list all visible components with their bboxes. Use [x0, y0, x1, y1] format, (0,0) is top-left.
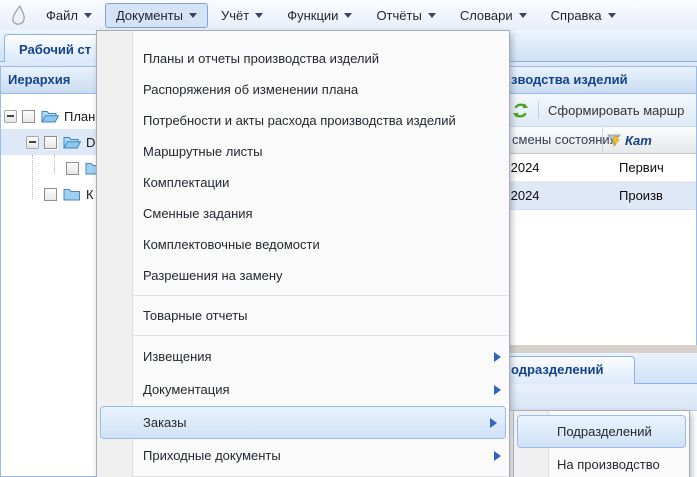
menubar-item-functions[interactable]: Функции	[276, 3, 363, 28]
tree-node-label: D	[86, 135, 95, 150]
menubar-item-label: Отчёты	[376, 8, 421, 23]
refresh-icon[interactable]	[512, 102, 529, 119]
menu-item-label: Заказы	[143, 415, 186, 430]
menu-item-notifications[interactable]: Извещения	[97, 340, 509, 373]
submenu-item-for-production[interactable]: На производство	[514, 448, 689, 477]
submenu-item-departments[interactable]: Подразделений	[517, 415, 686, 448]
menu-item-label: Сменные задания	[143, 206, 253, 221]
menu-item-label: Приходные документы	[143, 448, 281, 463]
submenu-arrow-icon	[494, 352, 501, 362]
collapse-icon[interactable]	[4, 110, 17, 123]
cell-category: Произв	[619, 182, 663, 210]
chevron-down-icon	[344, 13, 352, 18]
chevron-down-icon	[255, 13, 263, 18]
tree-checkbox[interactable]	[44, 136, 57, 149]
chevron-down-icon	[189, 13, 197, 18]
tree-checkbox[interactable]	[22, 110, 35, 123]
menubar-item-label: Документы	[116, 8, 183, 23]
menu-item-label: Маршрутные листы	[143, 144, 262, 159]
column-header-category-label: Кат	[625, 133, 652, 148]
menu-item-production-plans[interactable]: Планы и отчеты производства изделий	[97, 43, 509, 74]
chevron-down-icon	[84, 13, 92, 18]
menu-item-label: Комплектации	[143, 175, 229, 190]
menu-item-needs-consumption-acts[interactable]: Потребности и акты расхода производства …	[97, 105, 509, 136]
production-panel-title: зводства изделий	[511, 72, 628, 87]
submenu-item-label: Подразделений	[557, 424, 652, 439]
chevron-down-icon	[428, 13, 436, 18]
filter-lightning-icon	[607, 133, 621, 147]
application-window: Рабочий ст Иерархия План	[0, 0, 697, 477]
menu-item-label: Потребности и акты расхода производства …	[143, 113, 456, 128]
open-folder-icon	[41, 109, 59, 123]
menubar-item-file[interactable]: Файл	[35, 3, 103, 28]
submenu-arrow-icon	[494, 451, 501, 461]
chevron-down-icon	[608, 13, 616, 18]
menu-item-label: Распоряжения об изменении плана	[143, 82, 358, 97]
menubar-item-documents[interactable]: Документы	[105, 3, 208, 28]
menu-item-replacement-permits[interactable]: Разрешения на замену	[97, 260, 509, 291]
orders-submenu: Подразделений На производство	[513, 410, 690, 477]
expander-spacer	[48, 162, 61, 175]
menubar-item-label: Файл	[46, 8, 78, 23]
column-header-category[interactable]: Кат	[607, 127, 652, 153]
submenu-arrow-icon	[490, 418, 497, 428]
chevron-down-icon	[519, 13, 527, 18]
menubar-item-label: Функции	[287, 8, 338, 23]
menu-item-incoming-documents[interactable]: Приходные документы	[97, 439, 509, 472]
menu-item-picking-lists[interactable]: Комплектовочные ведомости	[97, 229, 509, 260]
menu-item-kitting[interactable]: Комплектации	[97, 167, 509, 198]
cell-category: Первич	[619, 154, 664, 182]
menu-item-route-sheets[interactable]: Маршрутные листы	[97, 136, 509, 167]
tree-node-label: К	[86, 187, 94, 202]
documents-dropdown-menu: Планы и отчеты производства изделий Расп…	[96, 30, 510, 477]
tree-checkbox[interactable]	[44, 188, 57, 201]
menu-item-orders[interactable]: Заказы	[100, 406, 506, 439]
closed-folder-icon	[63, 187, 81, 201]
menubar-item-label: Словари	[460, 8, 513, 23]
workspace-tab-label: Рабочий ст	[19, 42, 91, 57]
open-folder-icon	[63, 135, 81, 149]
menu-item-goods-reports[interactable]: Товарные отчеты	[97, 300, 509, 331]
menubar-item-label: Учёт	[221, 8, 249, 23]
menu-item-documentation[interactable]: Документация	[97, 373, 509, 406]
menubar-item-label: Справка	[551, 8, 602, 23]
menu-item-label: Извещения	[143, 349, 212, 364]
menubar-item-dictionaries[interactable]: Словари	[449, 3, 538, 28]
quill-drop-icon	[7, 3, 29, 27]
menu-separator	[98, 335, 508, 336]
orders-tab-label: одразделений	[511, 362, 603, 377]
expander-spacer	[26, 188, 39, 201]
menubar-item-reports[interactable]: Отчёты	[365, 3, 446, 28]
cell-state-change-date: .2024	[507, 182, 540, 210]
menu-item-plan-change-orders[interactable]: Распоряжения об изменении плана	[97, 74, 509, 105]
submenu-arrow-icon	[494, 385, 501, 395]
menu-item-label: Разрешения на замену	[143, 268, 283, 283]
cell-state-change-date: .2024	[507, 154, 540, 182]
menu-item-shift-tasks[interactable]: Сменные задания	[97, 198, 509, 229]
hierarchy-panel-title: Иерархия	[8, 72, 70, 87]
menu-item-label: Товарные отчеты	[143, 308, 248, 323]
menu-separator	[98, 295, 508, 296]
menubar-item-help[interactable]: Справка	[540, 3, 627, 28]
menu-item-label: Планы и отчеты производства изделий	[143, 51, 379, 66]
menu-item-label: Комплектовочные ведомости	[143, 237, 320, 252]
menubar-item-accounting[interactable]: Учёт	[210, 3, 274, 28]
toolbar-separator	[538, 101, 539, 119]
menu-item-label: Документация	[143, 382, 230, 397]
tree-checkbox[interactable]	[66, 162, 79, 175]
column-divider[interactable]	[602, 127, 603, 153]
main-menubar: Файл Документы Учёт Функции Отчёты Слова…	[0, 0, 697, 30]
collapse-icon[interactable]	[26, 136, 39, 149]
form-route-sheets-button[interactable]: Сформировать маршр	[548, 103, 684, 118]
submenu-item-label: На производство	[557, 457, 660, 472]
tree-node-label: План	[64, 109, 95, 124]
